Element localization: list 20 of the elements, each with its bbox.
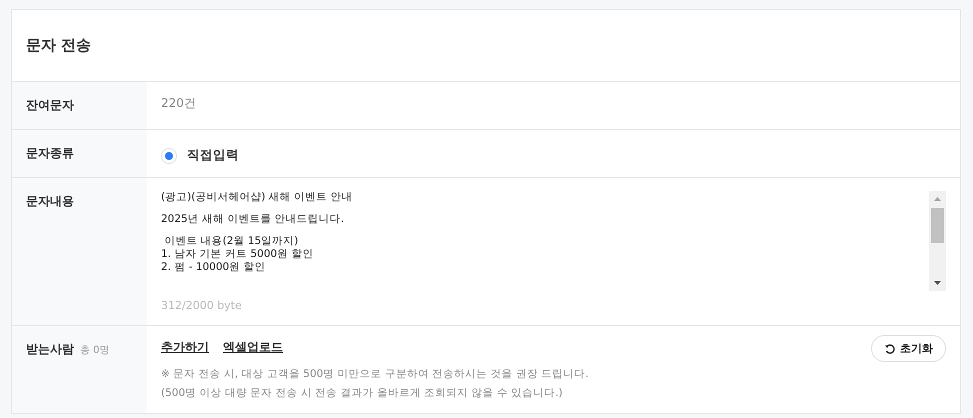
page-title: 문자 전송 bbox=[26, 36, 92, 55]
row-label: 받는사람 bbox=[26, 341, 74, 358]
scrollbar-drawing[interactable] bbox=[929, 191, 946, 291]
reset-button[interactable]: 초기화 bbox=[871, 335, 946, 362]
message-text: 2025년 새해 이벤트를 안내드립니다. bbox=[161, 213, 346, 226]
notice-text: ※ 문자 전송 시, 대상 고객을 500명 미만으로 구분하여 전송하시는 것을 권장 드립니다. bbox=[161, 367, 590, 381]
row-label: 문자내용 bbox=[26, 193, 74, 210]
message-text: 이벤트 내용(2월 15일까지) 1. 남자 기본 커트 5000원 할인 2. 펌 - 10000원 할인 bbox=[161, 235, 314, 274]
remaining-count: 220건 bbox=[161, 96, 196, 110]
recipient-count: 총 0명 bbox=[80, 344, 110, 357]
recipient-link[interactable]: 추가하기 bbox=[161, 339, 209, 356]
notice-text: (500명 이상 대량 문자 전송 시 전송 결과가 올바르게 조회되지 않을 수 있습니다.) bbox=[161, 386, 564, 400]
message-text: (광고)(공비서헤어샵) 새해 이벤트 안내 bbox=[161, 191, 352, 204]
row-label: 잔여문자 bbox=[26, 97, 74, 114]
row-label: 문자종류 bbox=[26, 145, 74, 162]
radio-button[interactable] bbox=[161, 148, 177, 164]
refresh-icon bbox=[884, 342, 896, 354]
recipient-link[interactable]: 엑셀업로드 bbox=[223, 339, 283, 356]
byte-counter: 312/2000 byte bbox=[161, 299, 243, 312]
radio-label: 직접입력 bbox=[187, 147, 239, 164]
